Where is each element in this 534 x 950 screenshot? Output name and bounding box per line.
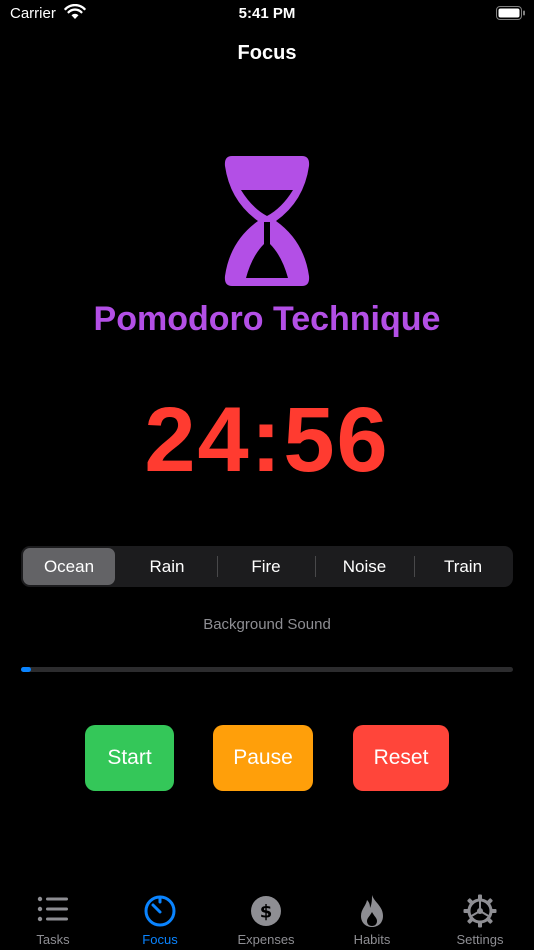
timer-display: 24:56: [144, 389, 390, 491]
technique-title: Pomodoro Technique: [93, 300, 441, 338]
tab-focus[interactable]: Focus: [110, 880, 210, 950]
sound-progress-fill: [21, 667, 31, 672]
tab-label: Expenses: [237, 932, 295, 947]
tab-tasks[interactable]: Tasks: [3, 880, 103, 950]
status-time: 5:41 PM: [238, 5, 296, 22]
pause-button[interactable]: Pause: [213, 725, 313, 791]
tab-habits[interactable]: Habits: [322, 880, 422, 950]
tab-label: Tasks: [36, 932, 70, 947]
tab-settings[interactable]: Settings: [430, 880, 530, 950]
hourglass-icon: [224, 156, 310, 286]
nav-title: Focus: [237, 42, 297, 64]
background-sound-label: Background Sound: [203, 616, 331, 633]
gear-icon: [463, 894, 497, 928]
tab-label: Focus: [142, 932, 178, 947]
segment-fire[interactable]: Fire: [218, 548, 314, 585]
segment-noise[interactable]: Noise: [316, 548, 413, 585]
flame-icon: [361, 895, 383, 927]
timer-icon: [144, 895, 176, 927]
svg-text:$: $: [260, 902, 273, 923]
sound-segmented-control: Ocean Rain Fire Noise Train: [21, 546, 513, 587]
tab-label: Settings: [456, 932, 504, 947]
tab-expenses[interactable]: $ Expenses: [216, 880, 316, 950]
reset-button[interactable]: Reset: [353, 725, 449, 791]
sound-progress-bar[interactable]: [21, 667, 513, 672]
tab-label: Habits: [353, 932, 391, 947]
dollar-icon: $: [251, 896, 281, 926]
list-icon: [37, 896, 68, 922]
start-button[interactable]: Start: [85, 725, 174, 791]
segment-rain[interactable]: Rain: [119, 548, 215, 585]
segment-train[interactable]: Train: [415, 548, 511, 585]
battery-icon: [496, 6, 525, 20]
tab-bar: Tasks Focus $ Expenses Habits Settings: [0, 880, 534, 950]
segment-ocean[interactable]: Ocean: [23, 548, 115, 585]
